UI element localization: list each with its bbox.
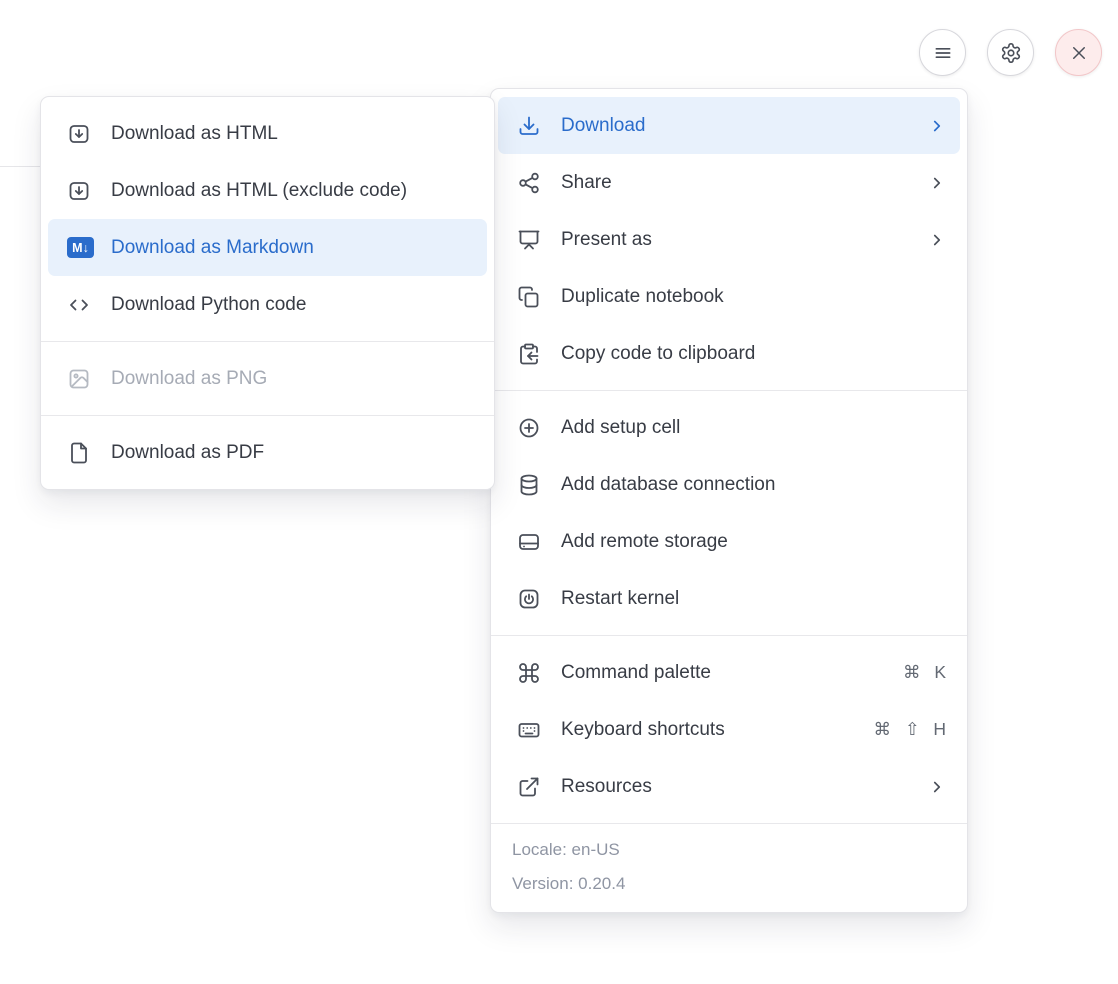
close-button[interactable]: [1055, 29, 1102, 76]
chevron-right-icon: [928, 778, 946, 796]
menu-item-label: Download as PDF: [111, 442, 264, 464]
share-icon: [517, 171, 544, 195]
code-brackets-icon: [67, 293, 94, 317]
submenu-item-download-python-code[interactable]: Download Python code: [48, 276, 487, 333]
chevron-right-icon: [928, 174, 946, 192]
menu-item-share[interactable]: Share: [498, 154, 960, 211]
menu-item-present-as[interactable]: Present as: [498, 211, 960, 268]
database-icon: [517, 473, 544, 497]
box-arrow-down-icon: [67, 122, 94, 146]
external-link-icon: [517, 775, 544, 799]
menu-item-label: Download as Markdown: [111, 237, 314, 259]
version-text: Version: 0.20.4: [512, 867, 946, 901]
menu-item-label: Download Python code: [111, 294, 306, 316]
menu-item-label: Keyboard shortcuts: [561, 719, 725, 741]
submenu-item-download-as-png: Download as PNG: [48, 350, 487, 407]
menu-item-label: Download as HTML (exclude code): [111, 180, 407, 202]
menu-item-restart-kernel[interactable]: Restart kernel: [498, 570, 960, 627]
menu-item-label: Download: [561, 115, 646, 137]
menu-item-add-remote-storage[interactable]: Add remote storage: [498, 513, 960, 570]
shortcut-hint: ⌘ K: [903, 662, 946, 683]
markdown-icon: M↓: [67, 236, 94, 260]
download-icon: [517, 114, 544, 138]
menu-item-command-palette[interactable]: Command palette ⌘ K: [498, 644, 960, 701]
menu-item-add-setup-cell[interactable]: Add setup cell: [498, 399, 960, 456]
hard-drive-icon: [517, 530, 544, 554]
menu-item-keyboard-shortcuts[interactable]: Keyboard shortcuts ⌘ ⇧ H: [498, 701, 960, 758]
markdown-badge: M↓: [67, 237, 94, 258]
close-icon: [1070, 41, 1088, 65]
submenu-item-download-as-html-exclude-code[interactable]: Download as HTML (exclude code): [48, 162, 487, 219]
power-icon: [517, 587, 544, 611]
notebook-toolbar: [919, 29, 1102, 76]
submenu-item-download-as-html[interactable]: Download as HTML: [48, 105, 487, 162]
menu-item-label: Restart kernel: [561, 588, 679, 610]
menu-item-label: Resources: [561, 776, 652, 798]
chevron-right-icon: [928, 117, 946, 135]
menu-item-label: Add setup cell: [561, 417, 680, 439]
menu-item-duplicate-notebook[interactable]: Duplicate notebook: [498, 268, 960, 325]
command-icon: [517, 661, 544, 685]
hamburger-icon: [933, 41, 953, 65]
page-edge-line: [0, 166, 40, 167]
menu-item-label: Command palette: [561, 662, 711, 684]
shortcut-hint: ⌘ ⇧ H: [873, 719, 946, 740]
menu-group-actions: Download Share Present as: [491, 89, 967, 390]
keyboard-icon: [517, 718, 544, 742]
menu-item-resources[interactable]: Resources: [498, 758, 960, 815]
menu-item-label: Copy code to clipboard: [561, 343, 755, 365]
settings-button[interactable]: [987, 29, 1034, 76]
copy-icon: [517, 285, 544, 309]
menu-button[interactable]: [919, 29, 966, 76]
menu-item-label: Download as PNG: [111, 368, 267, 390]
menu-group-kernel: Add setup cell Add database connection A…: [491, 390, 967, 635]
menu-item-label: Add database connection: [561, 474, 775, 496]
presentation-icon: [517, 228, 544, 252]
menu-item-label: Duplicate notebook: [561, 286, 724, 308]
submenu-item-download-as-pdf[interactable]: Download as PDF: [48, 424, 487, 481]
menu-footer: Locale: en-US Version: 0.20.4: [491, 823, 967, 912]
file-icon: [67, 441, 94, 465]
locale-text: Locale: en-US: [512, 833, 946, 867]
gear-icon: [1000, 41, 1022, 65]
clipboard-copy-icon: [517, 342, 544, 366]
image-icon: [67, 367, 94, 391]
notebook-actions-menu: Download Share Present as: [490, 88, 968, 913]
submenu-group-png: Download as PNG: [41, 341, 494, 415]
menu-item-label: Download as HTML: [111, 123, 278, 145]
menu-item-label: Present as: [561, 229, 652, 251]
box-arrow-down-icon: [67, 179, 94, 203]
submenu-group-pdf: Download as PDF: [41, 415, 494, 489]
download-submenu: Download as HTML Download as HTML (exclu…: [40, 96, 495, 490]
menu-group-help: Command palette ⌘ K Keyboard shortcuts ⌘…: [491, 635, 967, 823]
submenu-group-formats: Download as HTML Download as HTML (exclu…: [41, 97, 494, 341]
submenu-item-download-as-markdown[interactable]: M↓ Download as Markdown: [48, 219, 487, 276]
menu-item-label: Share: [561, 172, 612, 194]
menu-item-download[interactable]: Download: [498, 97, 960, 154]
menu-item-add-database-connection[interactable]: Add database connection: [498, 456, 960, 513]
menu-item-copy-code[interactable]: Copy code to clipboard: [498, 325, 960, 382]
circle-plus-icon: [517, 416, 544, 440]
menu-item-label: Add remote storage: [561, 531, 728, 553]
chevron-right-icon: [928, 231, 946, 249]
